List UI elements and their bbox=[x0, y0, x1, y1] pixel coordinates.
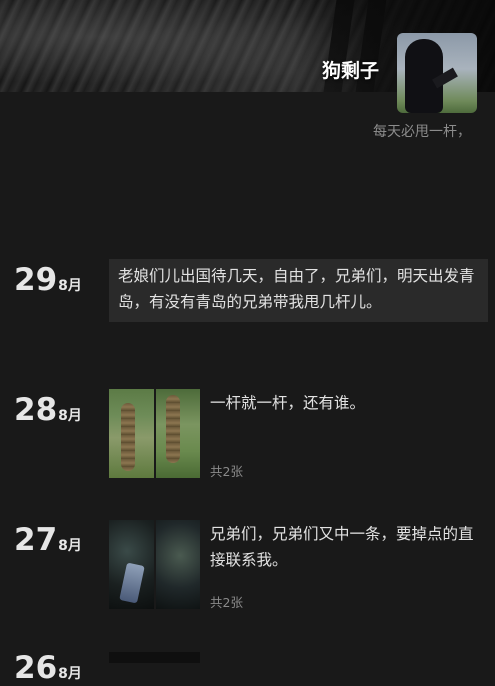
fish-figure bbox=[121, 403, 135, 471]
photo-post-thumbnails[interactable] bbox=[109, 520, 200, 609]
photo-thumbnail[interactable] bbox=[109, 520, 154, 609]
post-date: 268月 bbox=[14, 650, 82, 686]
avatar[interactable] bbox=[397, 33, 477, 113]
night-object bbox=[119, 562, 145, 604]
post-month: 8月 bbox=[58, 538, 82, 554]
photo-thumbnail[interactable] bbox=[155, 520, 200, 609]
photo-post-thumbnails[interactable] bbox=[109, 389, 200, 478]
post-date: 298月 bbox=[14, 262, 82, 298]
profile-signature: 每天必甩一杆， bbox=[373, 124, 471, 140]
fish-figure bbox=[165, 395, 180, 463]
text-post[interactable]: 老娘们儿出国待几天，自由了，兄弟们，明天出发青岛，有没有青岛的兄弟带我甩几杆儿。 bbox=[109, 259, 488, 322]
post-date: 288月 bbox=[14, 392, 82, 428]
photo-thumbnail[interactable] bbox=[109, 389, 154, 478]
photo-count: 共2张 bbox=[210, 464, 243, 479]
post-month: 8月 bbox=[58, 408, 82, 424]
post-text[interactable]: 一杆就一杆，还有谁。 bbox=[210, 390, 480, 416]
post-date: 278月 bbox=[14, 522, 82, 558]
post-day: 29 bbox=[14, 262, 58, 298]
post-month: 8月 bbox=[58, 278, 82, 294]
post-day: 27 bbox=[14, 522, 58, 558]
photo-thumbnail[interactable] bbox=[109, 652, 200, 663]
profile-nickname: 狗剩子 bbox=[322, 60, 380, 82]
post-text[interactable]: 兄弟们，兄弟们又中一条，要掉点的直接联系我。 bbox=[210, 521, 480, 573]
photo-count: 共2张 bbox=[210, 595, 243, 610]
photo-thumbnail[interactable] bbox=[155, 389, 200, 478]
post-day: 28 bbox=[14, 392, 58, 428]
post-month: 8月 bbox=[58, 666, 82, 682]
post-day: 26 bbox=[14, 650, 58, 686]
